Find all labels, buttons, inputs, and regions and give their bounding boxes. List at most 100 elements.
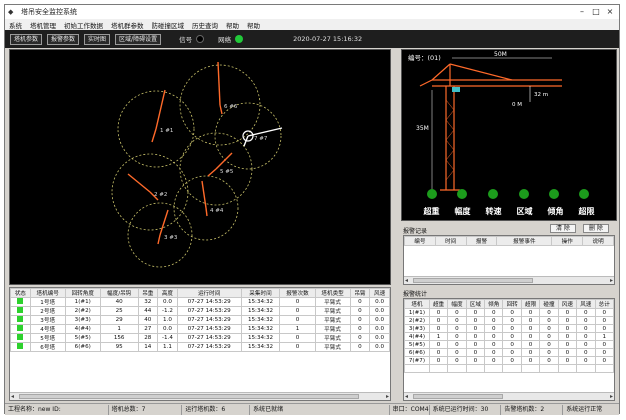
- zone-settings-button[interactable]: 区域/障碍设置: [115, 33, 162, 45]
- table-row[interactable]: 2号塔 2(#2) 25 44 -1.2 07-27 14:53:29 15:34:32 0 平…: [10, 306, 390, 316]
- table-row[interactable]: 1号塔 1(#1) 40 32 0.0 07-27 14:53:29 15:34:32 0 平臂…: [10, 297, 390, 307]
- column-header[interactable]: 回转: [502, 299, 522, 309]
- menu-initial-data[interactable]: 初始工作数据: [60, 20, 107, 30]
- column-header[interactable]: 碰撞: [539, 299, 559, 309]
- table-row[interactable]: 6(#6) 0 0 0 0 0 0 0 0 0 0: [404, 348, 614, 357]
- scroll-left-icon[interactable]: ◂: [405, 277, 408, 284]
- table-cell: 0: [279, 333, 316, 343]
- column-header[interactable]: 吊臂: [349, 288, 371, 298]
- column-header[interactable]: 编号: [404, 236, 436, 246]
- close-button[interactable]: ×: [603, 6, 617, 17]
- column-header[interactable]: 报警: [465, 236, 498, 246]
- crane-3-label: 3 #3: [164, 235, 178, 241]
- table-row[interactable]: 5号塔 5(#5) 156 28 -1.4 07-27 14:53:29 15:34:32 0…: [10, 333, 390, 343]
- column-header[interactable]: 说明: [582, 236, 614, 246]
- limit-lamp: [579, 189, 589, 199]
- column-header[interactable]: 风速: [557, 299, 578, 309]
- clear-button[interactable]: 清 除: [550, 224, 576, 233]
- crane-params-button[interactable]: 塔机参数: [10, 33, 43, 45]
- cap-tie-back: [431, 63, 451, 81]
- counterjib: [419, 79, 433, 87]
- horizontal-scrollbar[interactable]: ◂ ▸: [404, 276, 614, 284]
- scroll-right-icon[interactable]: ▸: [610, 393, 613, 400]
- menu-help-2[interactable]: 帮助: [243, 20, 264, 30]
- realtime-button[interactable]: 实时图: [84, 33, 111, 45]
- column-header[interactable]: 塔机: [404, 299, 430, 309]
- table-cell: 0: [349, 342, 371, 352]
- table-row[interactable]: 4(#4) 1 0 0 0 0 0 0 0 0 1: [404, 332, 614, 341]
- table-cell: 0: [557, 324, 578, 333]
- column-header[interactable]: 采集时间: [240, 288, 281, 298]
- scroll-right-icon[interactable]: ▸: [386, 393, 389, 400]
- table-cell: 15:34:32: [240, 306, 281, 316]
- column-header[interactable]: 操作: [551, 236, 584, 246]
- horizontal-scrollbar[interactable]: ◂ ▸: [404, 392, 614, 400]
- table-cell: 1号塔: [29, 297, 66, 307]
- crane-3-jib: [159, 209, 169, 236]
- column-header[interactable]: 倾角: [484, 299, 504, 309]
- column-header[interactable]: 风速: [576, 299, 596, 309]
- minimize-button[interactable]: –: [575, 6, 589, 17]
- table-cell: [428, 364, 449, 373]
- status-cell: [10, 342, 31, 352]
- horizontal-scrollbar[interactable]: ◂ ▸: [10, 392, 390, 400]
- table-cell: 4(#4): [404, 332, 430, 341]
- column-header[interactable]: 吊重: [137, 288, 159, 298]
- column-header[interactable]: 报警次数: [279, 288, 316, 298]
- scroll-left-icon[interactable]: ◂: [405, 393, 408, 400]
- table-row[interactable]: 3(#3) 0 0 0 0 0 0 0 0 0 0: [404, 324, 614, 333]
- scroll-right-icon[interactable]: ▸: [610, 277, 613, 284]
- column-header[interactable]: 高度: [157, 288, 178, 298]
- column-header[interactable]: 超重: [428, 299, 449, 309]
- signal-indicator: [196, 35, 205, 43]
- menu-system[interactable]: 系统: [5, 20, 26, 30]
- network-label: 网络: [218, 36, 232, 44]
- table-cell: 0.0: [369, 315, 390, 325]
- network-indicator: [235, 35, 244, 43]
- status-alarm-count: 告警塔机数：2: [501, 404, 564, 415]
- table-row[interactable]: 4号塔 4(#4) 1 27 0.0 07-27 14:53:29 15:34:32 1 平臂式…: [10, 324, 390, 334]
- menu-history[interactable]: 历史查询: [188, 20, 222, 30]
- table-cell: 95: [99, 342, 139, 352]
- crane-layout-view[interactable]: 1 #1 2 #2 3 #3 4 #4 5 #5 6 #6 7 #7: [9, 49, 391, 285]
- column-header[interactable]: 幅度: [447, 299, 467, 309]
- column-header[interactable]: 幅度/吊钩: [99, 288, 139, 298]
- column-header[interactable]: 运行时间: [176, 288, 242, 298]
- table-row[interactable]: 2(#2) 0 0 0 0 0 0 0 0 0 0: [404, 316, 614, 325]
- column-header[interactable]: 回转角度: [64, 288, 101, 298]
- table-cell: 0.0: [369, 324, 390, 334]
- menu-anti-collision[interactable]: 防碰撞区域: [148, 20, 189, 30]
- table-cell: 0: [349, 306, 371, 316]
- table-row[interactable]: 7(#7) 0 0 0 0 0 0 0 0 0 0: [404, 356, 614, 365]
- status-indicator: [17, 316, 24, 322]
- alarm-params-button[interactable]: 报警参数: [47, 33, 80, 45]
- scroll-thumb[interactable]: [413, 278, 533, 283]
- column-header[interactable]: 状态: [10, 288, 31, 298]
- menu-crane-group[interactable]: 塔机群参数: [107, 20, 148, 30]
- table-row[interactable]: [404, 364, 614, 373]
- maximize-button[interactable]: □: [589, 6, 603, 17]
- table-row[interactable]: 3号塔 3(#3) 29 40 1.0 07-27 14:53:29 15:34:32 0 平臂…: [10, 315, 390, 325]
- column-header[interactable]: 风速: [369, 288, 390, 298]
- delete-button[interactable]: 删 除: [583, 224, 609, 233]
- table-row[interactable]: 6号塔 6(#6) 95 14 1.1 07-27 14:53:29 15:34:32 0 平臂…: [10, 342, 390, 352]
- column-header[interactable]: 塔机编号: [29, 288, 66, 298]
- status-cell: [10, 306, 31, 316]
- column-header[interactable]: 时间: [434, 236, 467, 246]
- table-cell: 0: [576, 332, 596, 341]
- table-cell: 1.1: [157, 342, 178, 352]
- table-row[interactable]: 5(#5) 0 0 0 0 0 0 0 0 0 0: [404, 340, 614, 349]
- column-header[interactable]: 区域: [465, 299, 486, 309]
- scroll-thumb[interactable]: [19, 394, 359, 399]
- table-cell: 4号塔: [29, 324, 66, 334]
- menu-help[interactable]: 帮助: [222, 20, 243, 30]
- column-header[interactable]: 总计: [594, 299, 614, 309]
- scroll-left-icon[interactable]: ◂: [11, 393, 14, 400]
- scroll-thumb[interactable]: [413, 394, 503, 399]
- column-header[interactable]: 超限: [520, 299, 541, 309]
- column-header[interactable]: 报警事件: [496, 236, 553, 246]
- table-cell: 0: [428, 348, 449, 357]
- column-header[interactable]: 塔机类型: [314, 288, 351, 298]
- menu-crane-management[interactable]: 塔机管理: [26, 20, 60, 30]
- table-row[interactable]: 1(#1) 0 0 0 0 0 0 0 0 0 0: [404, 308, 614, 317]
